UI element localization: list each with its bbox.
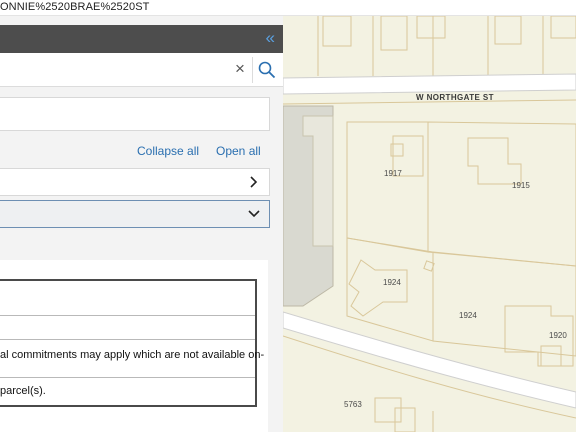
search-panel: « × Collapse all Open all al commitments… <box>0 16 283 432</box>
map-canvas: W NORTHGATE ST 1917 1915 1924 1924 1920 … <box>283 16 576 432</box>
open-all-link[interactable]: Open all <box>216 144 261 158</box>
table-cell-text: parcel(s). <box>0 385 46 397</box>
table-row <box>0 316 255 340</box>
accordion-row-expanded[interactable] <box>0 200 270 228</box>
street-label: W NORTHGATE ST <box>416 93 494 102</box>
address-label: 5763 <box>344 400 362 409</box>
double-chevron-left-icon[interactable]: « <box>266 28 275 48</box>
search-divider <box>252 57 253 83</box>
search-icon[interactable] <box>258 61 276 79</box>
table-row: al commitments may apply which are not a… <box>0 340 264 378</box>
details-table: al commitments may apply which are not a… <box>0 279 264 407</box>
parcel-map[interactable]: W NORTHGATE ST 1917 1915 1924 1924 1920 … <box>283 16 576 432</box>
search-input[interactable] <box>0 53 226 86</box>
address-label: 1915 <box>512 181 530 190</box>
table-cell-text: al commitments may apply which are not a… <box>0 349 265 361</box>
collapse-all-link[interactable]: Collapse all <box>137 144 199 158</box>
address-label: 1920 <box>549 331 567 340</box>
result-field[interactable] <box>0 97 270 131</box>
address-label: 1924 <box>383 278 401 287</box>
panel-header: « <box>0 25 283 53</box>
chevron-down-icon <box>248 210 260 218</box>
close-icon[interactable]: × <box>232 59 248 79</box>
url-text: ONNIE%2520BRAE%2520ST <box>0 1 150 13</box>
table-row <box>0 281 255 316</box>
address-label: 1917 <box>384 169 402 178</box>
accordion-row-collapsed[interactable] <box>0 168 270 196</box>
address-label: 1924 <box>459 311 477 320</box>
table-row: parcel(s). <box>0 378 255 405</box>
search-bar: × <box>0 53 283 87</box>
address-bar[interactable]: ONNIE%2520BRAE%2520ST <box>0 0 576 16</box>
chevron-right-icon <box>250 176 258 188</box>
